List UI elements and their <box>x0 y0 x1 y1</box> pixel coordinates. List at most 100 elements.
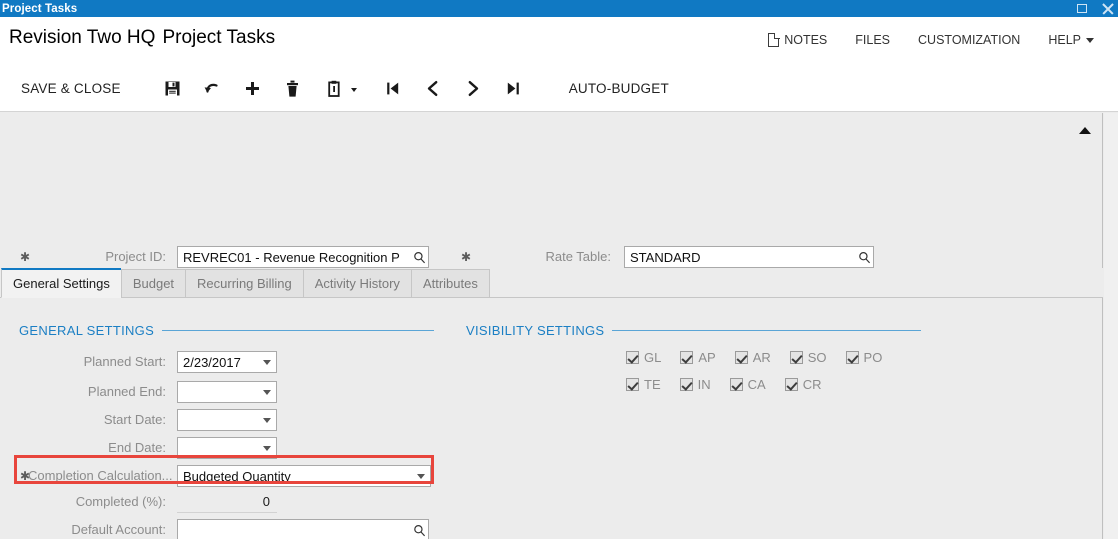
rate-table-input[interactable]: STANDARD <box>624 246 874 268</box>
actions-menu-button[interactable] <box>313 74 365 104</box>
required-marker: ✱ <box>20 250 31 264</box>
checkbox-checked-icon <box>734 351 748 364</box>
tab-general-settings[interactable]: General Settings <box>1 268 121 298</box>
record-summary-panel: ✱ Project ID: REVREC01 - Revenue Recogni… <box>0 113 1103 376</box>
checkbox-ap-label: AP <box>698 350 716 365</box>
save-icon <box>165 81 180 96</box>
completed-percent-label: Completed (%): <box>75 494 166 509</box>
screen-name: Revision Two HQ <box>9 27 156 48</box>
checkbox-checked-icon <box>729 378 743 391</box>
page-header: Revision Two HQ Project Tasks NOTES FILES… <box>0 17 1118 66</box>
window-title-bar: Project Tasks <box>0 0 1118 17</box>
chevron-down-icon <box>1086 37 1094 43</box>
auto-budget-button[interactable]: AUTO-BUDGET <box>559 81 679 96</box>
close-button[interactable] <box>1101 2 1114 15</box>
last-record-button[interactable] <box>493 74 533 104</box>
section-divider <box>612 330 921 331</box>
checkbox-po[interactable]: PO <box>845 350 883 365</box>
insert-button[interactable] <box>233 74 273 104</box>
completed-percent-value: 0 <box>177 491 277 513</box>
end-date-input[interactable] <box>177 437 277 459</box>
checkbox-cr[interactable]: CR <box>784 377 821 392</box>
header-actions: NOTES FILES CUSTOMIZATION HELP <box>754 30 1108 50</box>
note-document-icon <box>768 32 780 47</box>
visibility-settings-section-header: VISIBILITY SETTINGS <box>466 323 921 338</box>
tab-budget[interactable]: Budget <box>120 269 186 298</box>
search-icon[interactable] <box>855 247 873 267</box>
visibility-checkbox-row-1: GL AP AR SO PO <box>626 350 901 365</box>
window-controls <box>1076 0 1114 17</box>
first-record-button[interactable] <box>373 74 413 104</box>
section-divider <box>162 330 434 331</box>
checkbox-po-label: PO <box>863 350 883 365</box>
right-gutter <box>1104 113 1118 539</box>
delete-button[interactable] <box>273 74 313 104</box>
chevron-down-icon[interactable] <box>258 410 276 430</box>
files-button[interactable]: FILES <box>841 30 904 50</box>
search-icon[interactable] <box>410 520 428 539</box>
restore-button[interactable] <box>1076 2 1089 15</box>
checkbox-te-label: TE <box>644 377 661 392</box>
checkbox-in[interactable]: IN <box>679 377 711 392</box>
default-account-label: Default Account: <box>71 522 166 537</box>
checkbox-ca-label: CA <box>747 377 766 392</box>
page-title: Revision Two HQ Project Tasks <box>9 27 275 49</box>
chevron-down-icon[interactable] <box>258 438 276 458</box>
help-label: HELP <box>1048 33 1081 47</box>
undo-button[interactable] <box>193 74 233 104</box>
checkbox-ar[interactable]: AR <box>734 350 771 365</box>
checkbox-gl-label: GL <box>644 350 662 365</box>
help-button[interactable]: HELP <box>1034 30 1108 50</box>
tab-recurring-billing[interactable]: Recurring Billing <box>185 269 303 298</box>
chevron-up-icon <box>1079 126 1091 134</box>
end-date-label: End Date: <box>108 440 166 455</box>
customization-button[interactable]: CUSTOMIZATION <box>904 30 1034 50</box>
checkbox-checked-icon <box>626 378 639 391</box>
trash-icon <box>287 80 299 97</box>
restore-icon <box>1077 4 1087 13</box>
start-date-input[interactable] <box>177 409 277 431</box>
completion-calculation-label: Completion Calculation... <box>28 468 173 483</box>
checkbox-checked-icon <box>680 351 694 364</box>
checkbox-ap[interactable]: AP <box>680 350 716 365</box>
completion-calculation-value: Budgeted Quantity <box>183 468 291 484</box>
checkbox-gl[interactable]: GL <box>626 350 661 365</box>
main-toolbar: SAVE & CLOSE AUTO-BUDGET <box>0 66 1118 112</box>
checkbox-te[interactable]: TE <box>626 377 661 392</box>
planned-end-input[interactable] <box>177 381 277 403</box>
default-account-input[interactable] <box>177 519 429 539</box>
rate-table-label: Rate Table: <box>545 249 611 264</box>
start-date-label: Start Date: <box>103 412 166 427</box>
planned-start-label: Planned Start: <box>83 354 166 369</box>
chevron-down-icon[interactable] <box>412 466 430 486</box>
save-button[interactable] <box>153 74 193 104</box>
checkbox-ar-label: AR <box>752 350 771 365</box>
general-settings-panel: GENERAL SETTINGS Planned Start: 2/23/201… <box>0 298 1103 539</box>
search-icon[interactable] <box>410 247 428 267</box>
checkbox-checked-icon <box>626 351 639 364</box>
checkbox-so[interactable]: SO <box>789 350 827 365</box>
plus-icon <box>246 82 260 95</box>
visibility-checkbox-row-2: TE IN CA CR <box>626 377 840 392</box>
project-id-input[interactable]: REVREC01 - Revenue Recognition P <box>177 246 429 268</box>
general-settings-section-title: GENERAL SETTINGS <box>19 323 155 338</box>
last-record-icon <box>507 82 519 95</box>
chevron-down-icon[interactable] <box>258 382 276 402</box>
chevron-down-icon[interactable] <box>258 352 276 372</box>
customization-label: CUSTOMIZATION <box>918 33 1021 47</box>
previous-record-button[interactable] <box>413 74 453 104</box>
tab-activity-history[interactable]: Activity History <box>302 269 411 298</box>
undo-icon <box>204 83 218 93</box>
completion-calculation-select[interactable]: Budgeted Quantity <box>177 465 431 487</box>
tab-attributes[interactable]: Attributes <box>410 269 490 298</box>
collapse-panel-button[interactable] <box>1074 121 1096 139</box>
next-record-button[interactable] <box>453 74 493 104</box>
checkbox-ca[interactable]: CA <box>729 377 766 392</box>
chevron-down-icon <box>350 87 357 92</box>
first-record-icon <box>386 82 398 95</box>
notes-button[interactable]: NOTES <box>754 30 841 50</box>
project-id-label: Project ID: <box>105 249 166 264</box>
planned-start-input[interactable]: 2/23/2017 <box>177 351 277 373</box>
save-and-close-button[interactable]: SAVE & CLOSE <box>11 81 131 96</box>
page-title-text: Project Tasks <box>162 27 276 48</box>
